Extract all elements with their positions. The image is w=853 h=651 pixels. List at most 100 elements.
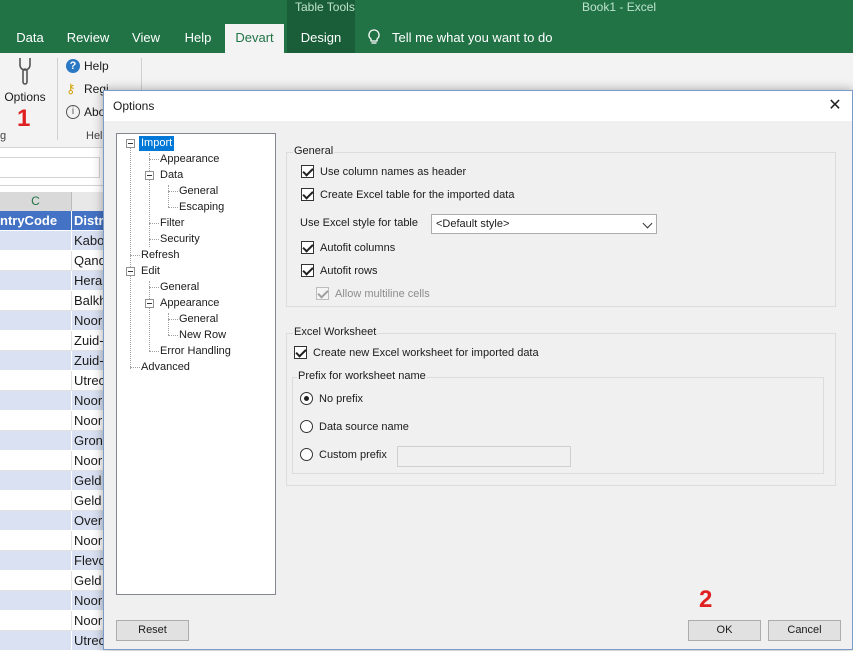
tree-connector <box>168 313 169 335</box>
cell-country-code[interactable] <box>0 491 72 510</box>
cell-country-code[interactable] <box>0 351 72 370</box>
create-worksheet-label: Create new Excel worksheet for imported … <box>313 346 539 359</box>
tree-item-new-row[interactable]: New Row <box>179 328 226 343</box>
tree-expander[interactable] <box>126 139 135 148</box>
create-excel-table-checkbox[interactable]: Create Excel table for the imported data <box>301 188 514 201</box>
checkbox-box <box>294 346 307 359</box>
tree-connector <box>130 255 140 256</box>
cell-country-code[interactable] <box>0 311 72 330</box>
cell-country-code[interactable] <box>0 631 72 650</box>
tree-item-error-handling[interactable]: Error Handling <box>160 344 231 359</box>
tree-item-data-general[interactable]: General <box>179 184 218 199</box>
options-label: Options <box>4 90 46 104</box>
context-tab-label: Table Tools <box>295 0 355 14</box>
help-ribbon-button[interactable]: ? Help <box>66 59 109 73</box>
use-column-names-checkbox[interactable]: Use column names as header <box>301 165 466 178</box>
tab-data[interactable]: Data <box>8 24 52 53</box>
column-header-c[interactable]: C <box>0 192 72 211</box>
tree-connector <box>168 319 178 320</box>
close-icon[interactable]: ✕ <box>824 95 846 117</box>
about-ribbon-button[interactable]: i Abo <box>66 105 105 119</box>
formula-input[interactable] <box>0 157 100 178</box>
create-worksheet-checkbox[interactable]: Create new Excel worksheet for imported … <box>294 346 539 359</box>
tab-help[interactable]: Help <box>176 24 220 53</box>
tree-item-edit-appearance[interactable]: Appearance <box>160 296 219 311</box>
chevron-down-icon <box>642 218 653 229</box>
data-source-name-radio[interactable]: Data source name <box>300 420 409 433</box>
tree-expander[interactable] <box>145 171 154 180</box>
cell-country-code[interactable] <box>0 591 72 610</box>
allow-multiline-checkbox: Allow multiline cells <box>316 287 430 300</box>
table-row: Flevo <box>0 551 112 571</box>
cell-country-code[interactable] <box>0 391 72 410</box>
tree-item-edit[interactable]: Edit <box>141 264 160 279</box>
reset-button[interactable]: Reset <box>116 620 189 641</box>
excel-worksheet-legend: Excel Worksheet <box>293 326 378 338</box>
checkbox-box <box>316 287 329 300</box>
annotation-badge-2: 2 <box>699 586 713 613</box>
excel-style-dropdown[interactable]: <Default style> <box>431 214 657 234</box>
cell-country-code[interactable] <box>0 411 72 430</box>
table-row: Geld <box>0 491 112 511</box>
cell-country-code[interactable] <box>0 291 72 310</box>
options-tree[interactable]: Import Appearance Data General Escaping … <box>116 133 276 595</box>
tab-devart[interactable]: Devart <box>225 24 284 53</box>
tree-item-import-data[interactable]: Data <box>160 168 183 183</box>
cell-country-code[interactable] <box>0 431 72 450</box>
header-cell-country-code[interactable]: ntryCode <box>0 211 72 230</box>
tree-item-security[interactable]: Security <box>160 232 200 247</box>
table-row: Qand <box>0 251 112 271</box>
cell-country-code[interactable] <box>0 471 72 490</box>
cell-country-code[interactable] <box>0 511 72 530</box>
cell-country-code[interactable] <box>0 531 72 550</box>
tree-item-edit-general[interactable]: General <box>160 280 199 295</box>
allow-multiline-label: Allow multiline cells <box>335 287 430 300</box>
general-legend: General <box>293 145 335 157</box>
tree-item-data-escaping[interactable]: Escaping <box>179 200 224 215</box>
tree-connector <box>168 207 178 208</box>
cell-country-code[interactable] <box>0 231 72 250</box>
radio-button <box>300 420 313 433</box>
cell-country-code[interactable] <box>0 611 72 630</box>
tree-item-refresh[interactable]: Refresh <box>141 248 180 263</box>
tab-review[interactable]: Review <box>60 24 116 53</box>
tree-item-filter[interactable]: Filter <box>160 216 184 231</box>
tree-expander[interactable] <box>145 299 154 308</box>
tree-connector <box>168 335 178 336</box>
tell-me-search[interactable]: Tell me what you want to do <box>368 29 552 45</box>
no-prefix-radio[interactable]: No prefix <box>300 392 363 405</box>
cancel-button[interactable]: Cancel <box>768 620 841 641</box>
table-row: Over <box>0 511 112 531</box>
checkbox-box <box>301 188 314 201</box>
cell-country-code[interactable] <box>0 251 72 270</box>
custom-prefix-radio[interactable]: Custom prefix <box>300 448 387 461</box>
checkbox-box <box>301 165 314 178</box>
options-ribbon-button[interactable]: Options <box>0 56 50 104</box>
use-column-names-label: Use column names as header <box>320 165 467 178</box>
tree-item-import[interactable]: Import <box>139 136 175 151</box>
help-icon: ? <box>66 59 80 73</box>
tree-item-appearance-general[interactable]: General <box>179 312 218 327</box>
tree-connector <box>149 223 159 224</box>
tree-connector <box>149 239 159 240</box>
autofit-rows-checkbox[interactable]: Autofit rows <box>301 264 377 277</box>
cell-country-code[interactable] <box>0 331 72 350</box>
autofit-columns-checkbox[interactable]: Autofit columns <box>301 241 395 254</box>
help-label: Help <box>84 59 109 73</box>
table-row: Noor <box>0 411 112 431</box>
cell-country-code[interactable] <box>0 451 72 470</box>
tree-connector <box>149 281 150 351</box>
cell-country-code[interactable] <box>0 551 72 570</box>
cell-country-code[interactable] <box>0 371 72 390</box>
tree-item-advanced[interactable]: Advanced <box>141 360 190 375</box>
tab-design[interactable]: Design <box>290 24 352 53</box>
cell-country-code[interactable] <box>0 571 72 590</box>
worksheet-grid: ntryCode Distr Kabo Qand Hera Balkh Noor Zuid- Z… <box>0 211 112 651</box>
autofit-rows-label: Autofit rows <box>320 264 378 277</box>
tree-expander[interactable] <box>126 267 135 276</box>
tree-item-import-appearance[interactable]: Appearance <box>160 152 219 167</box>
tree-connector <box>149 287 159 288</box>
ok-button[interactable]: OK <box>688 620 761 641</box>
tab-view[interactable]: View <box>124 24 168 53</box>
cell-country-code[interactable] <box>0 271 72 290</box>
